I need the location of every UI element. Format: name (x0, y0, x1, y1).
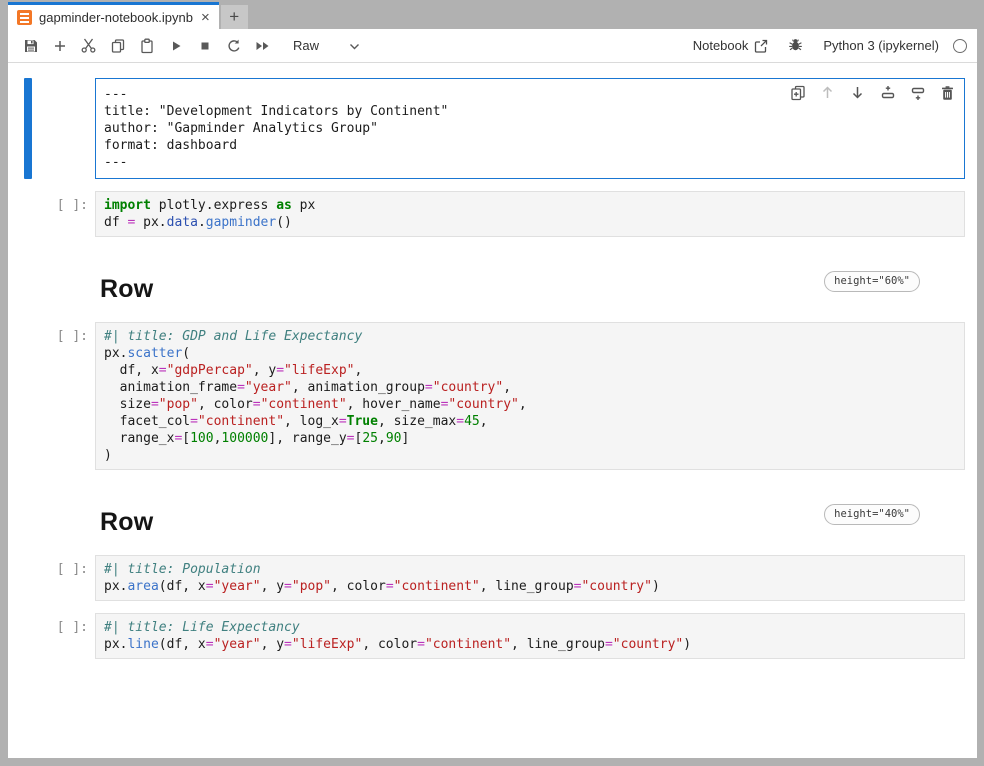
insert-cell-button[interactable] (45, 33, 74, 59)
interrupt-kernel-button[interactable] (190, 33, 219, 59)
notebook-external-link[interactable]: Notebook (693, 38, 769, 53)
fast-forward-icon (254, 38, 271, 54)
move-cell-up-icon[interactable] (819, 84, 836, 101)
scissors-icon (80, 37, 97, 54)
code-cell-editor[interactable]: #| title: GDP and Life Expectancypx.scat… (95, 322, 965, 470)
markdown-row-1[interactable]: Row height="60%" (8, 249, 977, 322)
markdown-row-2[interactable]: Row height="40%" (8, 482, 977, 555)
chevron-down-icon (349, 38, 360, 53)
move-cell-down-icon[interactable] (849, 84, 866, 101)
tab-title: gapminder-notebook.ipynb (39, 10, 193, 25)
restart-kernel-button[interactable] (219, 33, 248, 59)
code-cell-editor[interactable]: #| title: Populationpx.area(df, x="year"… (95, 555, 965, 601)
restart-icon (226, 38, 242, 54)
cell-raw-frontmatter: ---title: "Development Indicators by Con… (8, 78, 965, 179)
kernel-status-icon[interactable] (953, 39, 967, 53)
save-button[interactable] (16, 33, 45, 59)
cell-code-area: [ ]: #| title: Populationpx.area(df, x="… (8, 555, 965, 601)
clipboard-icon (139, 38, 155, 54)
jupyterlab-window: gapminder-notebook.ipynb × + (0, 0, 984, 766)
cell-prompt: [ ]: (8, 191, 95, 237)
stop-icon (197, 38, 213, 54)
notebook-scroll-area: ---title: "Development Indicators by Con… (8, 64, 977, 758)
cell-type-value: Raw (293, 38, 319, 53)
cell-prompt: [ ]: (8, 613, 95, 659)
cell-action-toolbar (789, 84, 956, 101)
height-badge: height="60%" (824, 271, 920, 292)
cell-code-line: [ ]: #| title: Life Expectancypx.line(df… (8, 613, 965, 659)
tab-gapminder-notebook[interactable]: gapminder-notebook.ipynb × (8, 2, 219, 29)
run-cell-button[interactable] (161, 33, 190, 59)
new-tab-button[interactable]: + (221, 5, 248, 29)
tab-bar: gapminder-notebook.ipynb × + (0, 0, 984, 29)
cut-cells-button[interactable] (74, 33, 103, 59)
notebook-file-icon (17, 10, 32, 25)
debugger-bug-icon[interactable] (788, 37, 803, 55)
cell-code-imports: [ ]: import plotly.express as pxdf = px.… (8, 191, 965, 237)
copy-cells-button[interactable] (103, 33, 132, 59)
notebook-label: Notebook (693, 38, 749, 53)
run-all-button[interactable] (248, 33, 277, 59)
duplicate-cell-icon[interactable] (789, 84, 806, 101)
code-cell-editor[interactable]: #| title: Life Expectancypx.line(df, x="… (95, 613, 965, 659)
insert-cell-above-icon[interactable] (879, 84, 896, 101)
toolbar-right: Notebook Python 3 (ipykernel) (693, 37, 967, 55)
notebook-toolbar: Raw Notebook Python 3 (ipykernel) (8, 29, 977, 63)
height-badge: height="40%" (824, 504, 920, 525)
copy-icon (110, 38, 126, 54)
save-icon (23, 38, 39, 54)
active-cell-collapser[interactable] (24, 78, 32, 179)
cell-prompt: [ ]: (8, 322, 95, 470)
cell-prompt (8, 78, 95, 179)
cell-code-scatter: [ ]: #| title: GDP and Life Expectancypx… (8, 322, 965, 470)
cell-type-dropdown[interactable]: Raw (293, 38, 360, 53)
delete-cell-icon[interactable] (939, 84, 956, 101)
plus-icon (52, 38, 68, 54)
code-cell-editor[interactable]: import plotly.express as pxdf = px.data.… (95, 191, 965, 237)
external-link-icon (754, 39, 768, 53)
kernel-name[interactable]: Python 3 (ipykernel) (823, 38, 939, 53)
raw-cell-editor[interactable]: ---title: "Development Indicators by Con… (95, 78, 965, 179)
paste-cells-button[interactable] (132, 33, 161, 59)
tab-close-icon[interactable]: × (200, 10, 211, 25)
run-icon (168, 38, 184, 54)
insert-cell-below-icon[interactable] (909, 84, 926, 101)
notebook-panel: Raw Notebook Python 3 (ipykernel) (8, 29, 977, 758)
cell-prompt: [ ]: (8, 555, 95, 601)
